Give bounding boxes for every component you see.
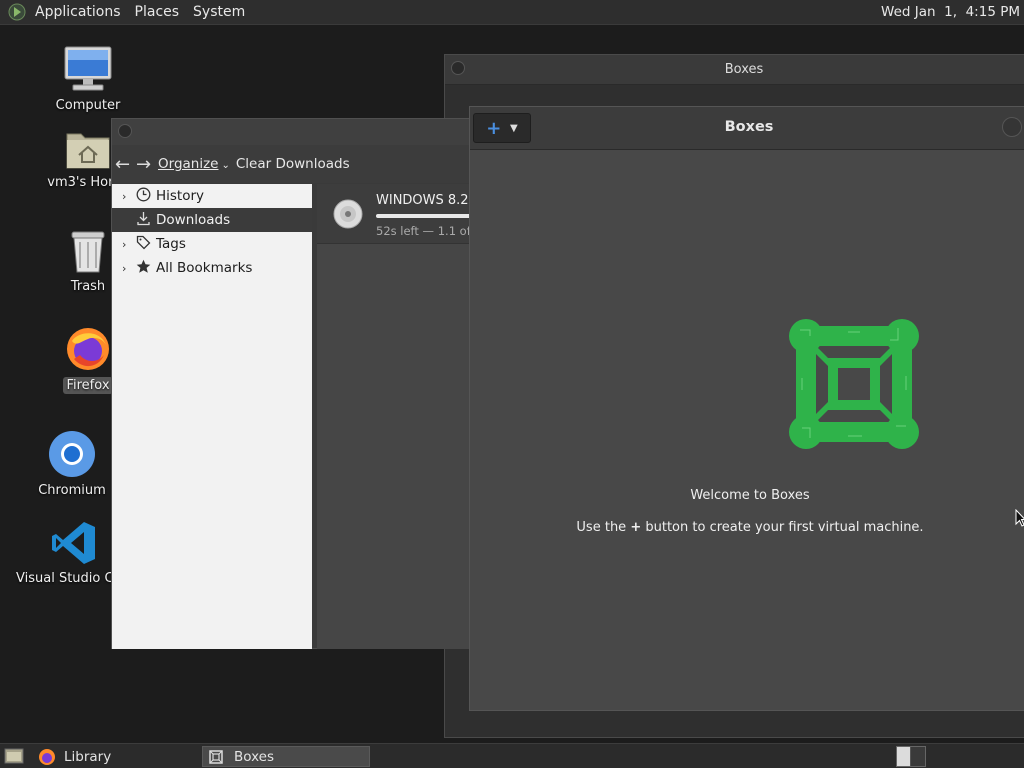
mouse-cursor-icon	[1015, 509, 1024, 527]
desktop-icon-firefox[interactable]: Firefox	[28, 325, 113, 394]
taskbar: Library Boxes	[0, 743, 1024, 768]
clear-downloads-button[interactable]: Clear Downloads	[236, 156, 350, 172]
hint-text: Use the	[576, 520, 627, 535]
boxes-logo-icon	[789, 319, 919, 449]
workspace-2[interactable]	[911, 747, 925, 766]
desktop-icon-computer[interactable]: Computer	[28, 45, 148, 114]
back-arrow-icon[interactable]: ←	[115, 154, 133, 175]
expand-arrow-icon[interactable]: ›	[122, 238, 134, 251]
applications-menu[interactable]: Applications	[28, 4, 128, 20]
sidebar-item-downloads[interactable]: Downloads	[112, 208, 312, 232]
download-icon	[134, 211, 152, 230]
sidebar-item-label: History	[156, 188, 205, 204]
sidebar-item-label: Tags	[156, 236, 186, 252]
downloads-list: WINDOWS 8.2 V 52s left — 1.1 of 1	[317, 184, 486, 649]
window-titlebar[interactable]: Boxes	[445, 55, 1024, 85]
library-toolbar: ← → Organize ⌄ Clear Downloads	[112, 145, 470, 183]
taskbar-item-library[interactable]: Library	[34, 746, 200, 767]
expand-arrow-icon[interactable]: ›	[122, 262, 134, 275]
window-close-button[interactable]	[118, 124, 132, 138]
organize-label: Organize	[158, 156, 219, 172]
desktop-icon-label: vm3's Home	[47, 175, 113, 190]
download-item[interactable]: WINDOWS 8.2 V 52s left — 1.1 of 1	[317, 184, 486, 244]
window-titlebar[interactable]	[112, 119, 470, 145]
hint-text: button to create your first virtual mach…	[645, 520, 924, 535]
library-sidebar: › History Downloads › Tags › All Bookmar…	[112, 184, 312, 649]
workspace-switcher[interactable]	[896, 746, 926, 767]
window-title: Boxes	[724, 119, 774, 135]
library-window[interactable]: ← → Organize ⌄ Clear Downloads › History …	[111, 118, 486, 649]
places-menu[interactable]: Places	[128, 4, 187, 20]
window-title: Boxes	[724, 62, 764, 77]
desktop-icon-label: Chromium	[38, 483, 106, 498]
welcome-hint: Use the + button to create your first vi…	[470, 520, 1024, 535]
welcome-heading: Welcome to Boxes	[690, 488, 810, 503]
taskbar-item-label: Boxes	[234, 748, 275, 765]
firefox-icon	[67, 328, 109, 370]
disc-icon	[333, 199, 363, 229]
computer-icon	[64, 46, 112, 91]
desktop-icon-home[interactable]: vm3's Home	[28, 128, 113, 191]
system-menu[interactable]: System	[186, 4, 252, 20]
download-title: WINDOWS 8.2 V	[376, 193, 482, 208]
chevron-down-icon: ⌄	[221, 160, 230, 171]
forward-arrow-icon[interactable]: →	[136, 154, 154, 175]
chromium-icon	[49, 431, 95, 477]
sidebar-item-history[interactable]: › History	[112, 184, 312, 208]
download-status: 52s left — 1.1 of 1	[376, 224, 482, 238]
show-desktop-icon[interactable]	[4, 747, 24, 765]
clock[interactable]: Wed Jan 1, 4:15 PM	[881, 4, 1020, 20]
clock-icon	[134, 187, 152, 206]
expand-arrow-icon[interactable]: ›	[122, 190, 134, 203]
trash-icon	[71, 231, 105, 273]
panel-menu: Applications Places System	[8, 3, 252, 21]
hint-plus: +	[630, 520, 642, 535]
tag-icon	[134, 235, 152, 254]
desktop-icon-label: Visual Studio Code	[16, 571, 111, 586]
desktop-icon-label: Computer	[55, 98, 121, 113]
taskbar-item-boxes[interactable]: Boxes	[202, 746, 370, 767]
window-close-button[interactable]	[451, 61, 465, 75]
desktop-icon-vscode[interactable]: Visual Studio Code	[14, 520, 111, 587]
sidebar-item-label: All Bookmarks	[156, 260, 253, 276]
boxes-icon	[209, 749, 223, 764]
firefox-icon	[39, 748, 55, 765]
search-button[interactable]	[1002, 117, 1022, 137]
sidebar-item-all-bookmarks[interactable]: › All Bookmarks	[112, 256, 312, 280]
sidebar-item-label: Downloads	[156, 212, 231, 228]
desktop-icon-label: Trash	[70, 279, 106, 294]
home-folder-icon	[66, 133, 110, 169]
star-icon	[134, 259, 152, 278]
workspace-1[interactable]	[897, 747, 911, 766]
top-panel: Applications Places System Wed Jan 1, 4:…	[0, 0, 1024, 25]
distro-logo-icon[interactable]	[8, 3, 26, 21]
organize-menu[interactable]: Organize ⌄	[158, 156, 230, 172]
taskbar-item-label: Library	[64, 748, 112, 765]
boxes-window[interactable]: + ▼ Boxes Welcome to Boxes Use the + but…	[469, 106, 1024, 711]
header-bar[interactable]: + ▼ Boxes	[470, 107, 1024, 150]
desktop-icon-label: Firefox	[63, 377, 113, 394]
vscode-icon	[52, 522, 95, 564]
sidebar-item-tags[interactable]: › Tags	[112, 232, 312, 256]
